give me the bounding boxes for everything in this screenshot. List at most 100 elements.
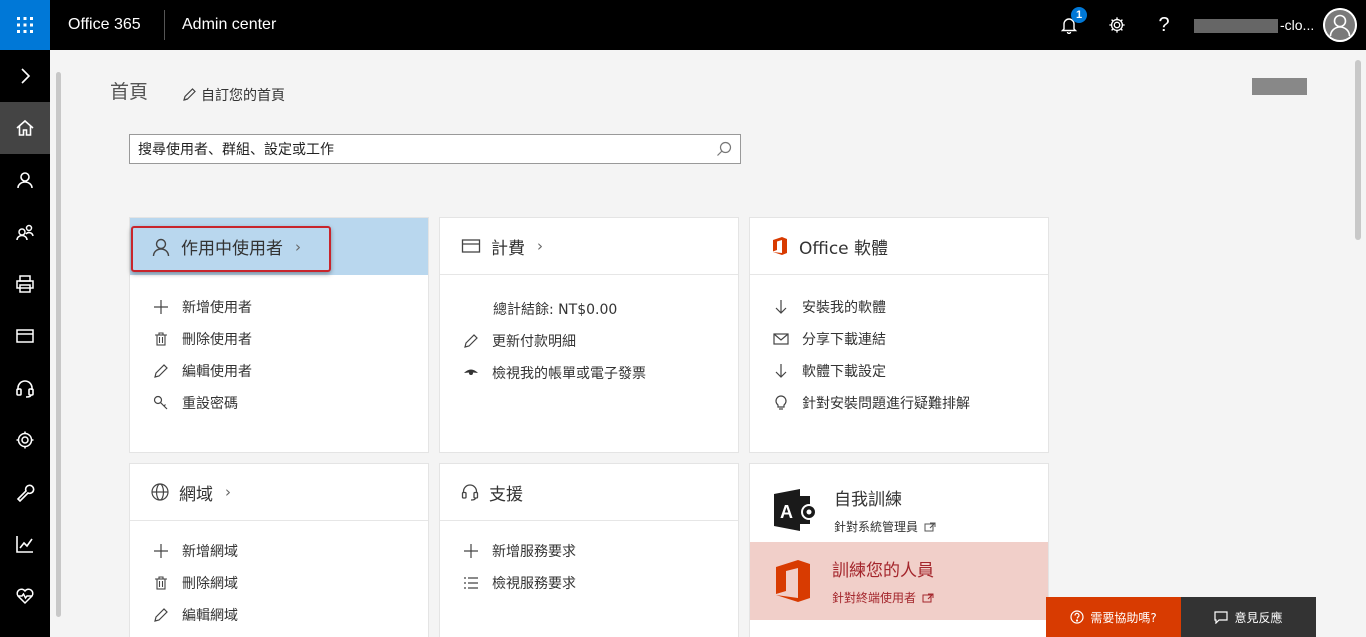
domains-card-title: 網域 — [179, 484, 213, 505]
update-payment-label: 更新付款明細 — [492, 334, 576, 350]
share-download-link[interactable]: 分享下載連結 — [772, 323, 1026, 355]
self-training-sub: 針對系統管理員 — [834, 518, 936, 535]
chevron-right-icon: › — [537, 237, 543, 255]
delete-user-link[interactable]: 刪除使用者 — [152, 323, 406, 355]
app-title: Admin center — [182, 16, 277, 33]
help-circle-icon — [1070, 610, 1084, 624]
troubleshoot-install-link[interactable]: 針對安裝問題進行疑難排解 — [772, 387, 1026, 419]
office-logo-icon — [773, 237, 787, 255]
right-scrollbar[interactable] — [1350, 50, 1366, 637]
install-software-link[interactable]: 安裝我的軟體 — [772, 291, 1026, 323]
trash-icon — [152, 576, 170, 590]
top-bar: Office 365 Admin center 1 ? -clo... — [0, 0, 1366, 50]
nav-health[interactable] — [0, 570, 50, 622]
customize-home-link[interactable]: 自訂您的首頁 — [181, 85, 285, 105]
settings-button[interactable] — [1094, 0, 1140, 50]
account-name[interactable]: -clo... — [1194, 0, 1314, 50]
heart-pulse-icon — [16, 588, 34, 605]
delete-domain-link[interactable]: 刪除網域 — [152, 567, 406, 599]
pencil-icon — [152, 607, 170, 623]
domains-card-header[interactable]: 網域 › — [130, 464, 428, 521]
install-software-label: 安裝我的軟體 — [802, 300, 886, 316]
nav-users[interactable] — [0, 154, 50, 206]
help-button[interactable]: ? — [1141, 0, 1187, 50]
add-domain-link[interactable]: 新增網域 — [152, 535, 406, 567]
edit-user-link[interactable]: 編輯使用者 — [152, 355, 406, 387]
user-icon — [152, 238, 170, 256]
trash-icon — [152, 332, 170, 346]
account-suffix: -clo... — [1280, 17, 1315, 33]
nav-groups[interactable] — [0, 206, 50, 258]
nav-resources[interactable] — [0, 258, 50, 310]
nav-settings[interactable] — [0, 414, 50, 466]
update-payment-link[interactable]: 更新付款明細 — [462, 325, 716, 357]
chevron-right-icon — [21, 68, 31, 84]
app-launcher-button[interactable] — [0, 0, 50, 50]
edit-domain-link[interactable]: 編輯網域 — [152, 599, 406, 631]
new-service-request-label: 新增服務要求 — [492, 544, 576, 560]
brand-link[interactable]: Office 365 — [68, 0, 141, 50]
feedback-button[interactable]: 意見反應 — [1181, 597, 1316, 637]
billing-card-header[interactable]: 計費 › — [440, 218, 738, 275]
nav-setup[interactable] — [0, 466, 50, 518]
training-card: A 自我訓練 針對系統管理員 訓練您的人員 針對終端使用者 — [749, 463, 1049, 637]
search-box[interactable] — [129, 134, 741, 164]
add-user-link[interactable]: 新增使用者 — [152, 291, 406, 323]
edit-user-label: 編輯使用者 — [182, 364, 252, 380]
edit-domain-label: 編輯網域 — [182, 608, 238, 624]
external-link-icon — [924, 522, 936, 531]
wrench-icon — [16, 484, 35, 502]
mail-icon — [772, 333, 790, 345]
share-download-label: 分享下載連結 — [802, 332, 886, 348]
lightbulb-icon — [772, 395, 790, 411]
left-navigation — [0, 50, 50, 637]
eye-icon — [462, 367, 480, 379]
plus-icon — [152, 544, 170, 558]
globe-icon — [151, 483, 169, 501]
redacted-button[interactable] — [1252, 78, 1307, 95]
nav-reports[interactable] — [0, 518, 50, 570]
need-help-button[interactable]: 需要協助嗎? — [1046, 597, 1181, 637]
domains-card: 網域 › 新增網域 刪除網域 編輯網域 — [129, 463, 429, 637]
avatar[interactable] — [1323, 8, 1357, 42]
view-service-requests-link[interactable]: 檢視服務要求 — [462, 567, 716, 599]
search-icon[interactable] — [716, 141, 732, 157]
download-icon — [772, 299, 790, 315]
billing-card-title: 計費 — [491, 238, 525, 259]
svg-text:A: A — [780, 502, 793, 522]
right-scrollbar-thumb[interactable] — [1355, 60, 1361, 240]
self-training-title: 自我訓練 — [834, 490, 902, 510]
train-people-link[interactable]: 訓練您的人員 針對終端使用者 — [750, 542, 1048, 620]
self-training-link[interactable]: A 自我訓練 針對系統管理員 — [750, 464, 1048, 542]
download-settings-link[interactable]: 軟體下載設定 — [772, 355, 1026, 387]
notifications-button[interactable]: 1 — [1046, 0, 1092, 50]
office-logo-icon — [776, 560, 810, 602]
nav-support[interactable] — [0, 362, 50, 414]
headset-icon — [461, 484, 479, 501]
home-icon — [16, 119, 34, 136]
view-invoices-link[interactable]: 檢視我的帳單或電子發票 — [462, 357, 716, 389]
plus-icon — [462, 544, 480, 558]
left-scrollbar[interactable] — [50, 50, 66, 637]
nav-billing[interactable] — [0, 310, 50, 362]
troubleshoot-install-label: 針對安裝問題進行疑難排解 — [802, 396, 970, 412]
left-scrollbar-thumb[interactable] — [56, 72, 61, 617]
support-card-header[interactable]: 支援 — [440, 464, 738, 521]
train-people-sub: 針對終端使用者 — [832, 589, 934, 606]
feedback-label: 意見反應 — [1234, 610, 1283, 625]
nav-home[interactable] — [0, 102, 50, 154]
key-icon — [152, 395, 170, 411]
customize-label: 自訂您的首頁 — [201, 87, 285, 103]
office-card-header[interactable]: Office 軟體 — [750, 218, 1048, 275]
plus-icon — [152, 300, 170, 314]
waffle-icon — [17, 17, 33, 33]
admin-app-icon: A — [774, 489, 817, 531]
new-service-request-link[interactable]: 新增服務要求 — [462, 535, 716, 567]
reset-password-link[interactable]: 重設密碼 — [152, 387, 406, 419]
users-card-header[interactable]: 作用中使用者 › — [130, 218, 428, 275]
download-icon — [772, 363, 790, 379]
users-card-title: 作用中使用者 — [181, 239, 283, 259]
search-input[interactable] — [138, 140, 708, 160]
nav-expand[interactable] — [0, 50, 50, 102]
external-link-icon — [922, 593, 934, 602]
